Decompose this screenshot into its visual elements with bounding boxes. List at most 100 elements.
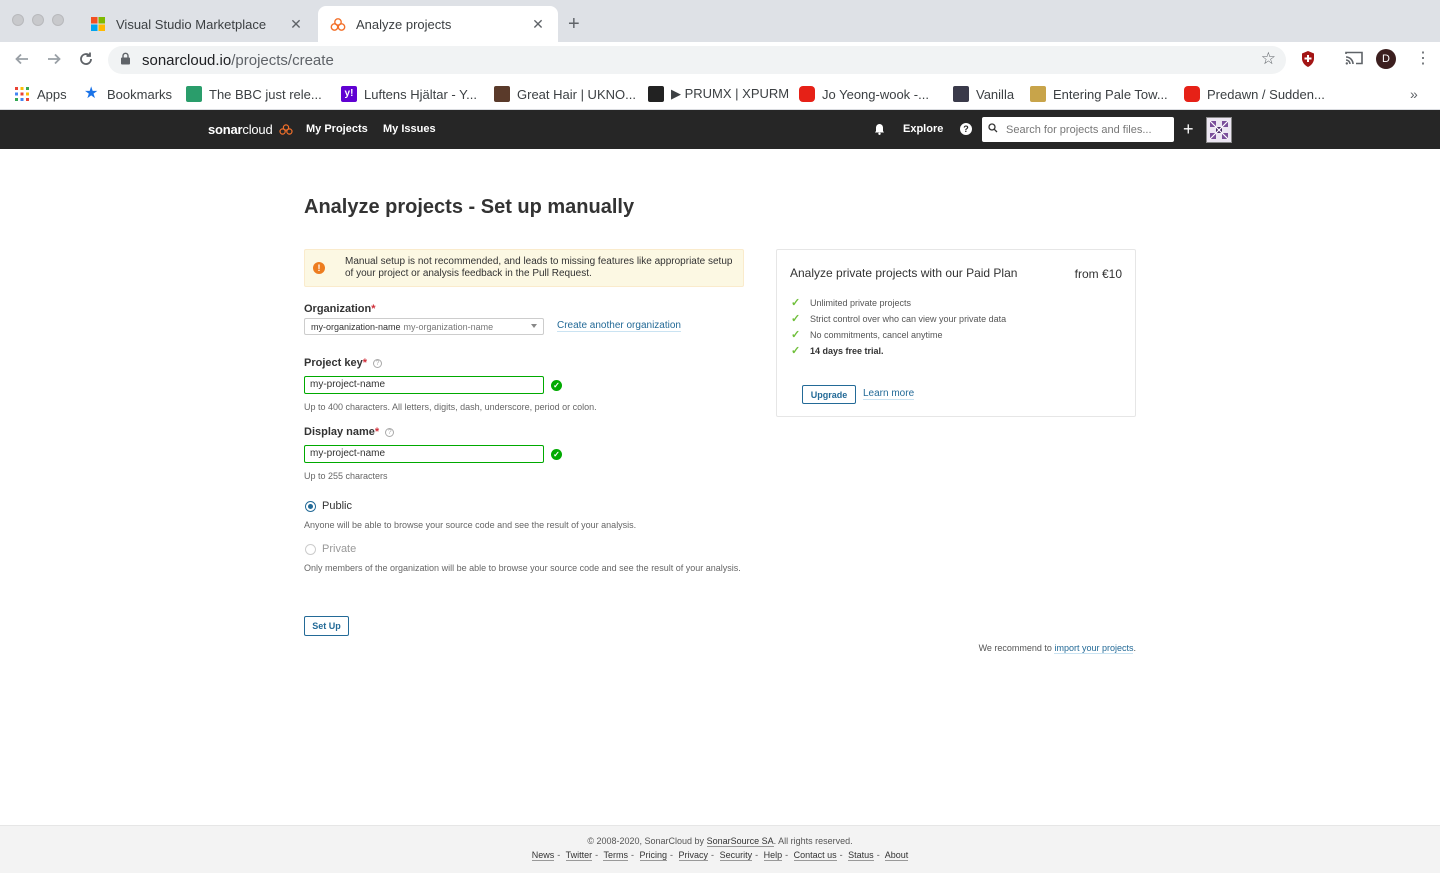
organization-select[interactable]: my-organization-name my-organization-name [304, 318, 544, 335]
profile-avatar[interactable]: D [1376, 49, 1396, 69]
project-key-label: Project key*? [304, 357, 382, 369]
bookmark-label: ▶ PRUMX | XPURM [671, 86, 790, 101]
sonarcloud-logo-icon [330, 18, 346, 31]
bookmark-predawn[interactable]: Predawn / Sudden... [1184, 84, 1325, 104]
window-zoom-button[interactable] [52, 14, 64, 26]
bookmarks-overflow-icon[interactable]: » [1410, 84, 1418, 104]
footer-link-about[interactable]: About [884, 850, 909, 861]
apps-grid-icon [15, 87, 29, 101]
extension-shield-icon[interactable] [1300, 50, 1316, 73]
bookmarks-bar: Apps ★ Bookmarks The BBC just rele... y!… [0, 78, 1440, 110]
public-hint: Anyone will be able to browse your sourc… [304, 520, 637, 530]
footer-link-status[interactable]: Status [848, 850, 874, 861]
check-icon: ✓ [791, 329, 801, 341]
tab-close-icon[interactable]: ✕ [288, 16, 304, 33]
private-radio[interactable] [305, 544, 316, 555]
public-label[interactable]: Public [322, 500, 352, 512]
valid-check-icon: ✓ [551, 449, 562, 460]
user-avatar[interactable] [1206, 117, 1232, 143]
yahoo-favicon-icon: y! [341, 86, 357, 102]
organization-label: Organization* [304, 303, 376, 315]
address-bar[interactable]: sonarcloud.io/projects/create ☆ [108, 46, 1286, 74]
bookmark-label: Bookmarks [107, 86, 173, 102]
setup-button[interactable]: Set Up [304, 616, 349, 636]
bookmark-prumx[interactable]: ▶ PRUMX | XPURM [648, 84, 789, 104]
microsoft-logo-icon [91, 17, 105, 31]
create-organization-link[interactable]: Create another organization [557, 320, 681, 332]
public-radio[interactable] [305, 501, 316, 512]
nav-my-issues[interactable]: My Issues [383, 123, 436, 135]
site-favicon-icon [648, 86, 664, 102]
plan-feature: ✓ Strict control over who can view your p… [791, 313, 1007, 325]
bookmark-label: Apps [37, 86, 67, 102]
footer-links: News - Twitter - Terms - Pricing - Privacy - … [531, 850, 909, 861]
warning-text: Manual setup is not recommended, and lea… [345, 256, 733, 279]
search-input[interactable]: Search for projects and files... [982, 117, 1174, 142]
new-tab-button[interactable]: + [568, 12, 580, 36]
footer-link-twitter[interactable]: Twitter [565, 850, 593, 861]
help-icon[interactable]: ? [960, 123, 972, 135]
bookmark-apps[interactable]: Apps [14, 84, 67, 104]
sonarcloud-logo[interactable]: sonarcloud [208, 122, 293, 137]
youtube-favicon-icon [1184, 86, 1200, 102]
back-arrow-icon[interactable] [13, 50, 31, 72]
bookmark-luftens[interactable]: y! Luftens Hjältar - Y... [341, 84, 477, 104]
display-name-input[interactable]: my-project-name [304, 445, 544, 463]
reload-icon[interactable] [77, 50, 95, 72]
footer-link-security[interactable]: Security [719, 850, 753, 861]
site-favicon-icon [1030, 86, 1046, 102]
footer-link-help[interactable]: Help [763, 850, 783, 861]
browser-menu-icon[interactable]: ⋮ [1415, 50, 1431, 68]
private-hint: Only members of the organization will be… [304, 563, 741, 573]
bookmark-label: Vanilla [976, 86, 1015, 102]
bookmark-vanilla[interactable]: Vanilla [953, 84, 1014, 104]
footer-link-privacy[interactable]: Privacy [678, 850, 709, 861]
bookmark-label: Luftens Hjältar - Y... [364, 86, 477, 102]
private-label[interactable]: Private [322, 543, 356, 555]
footer-link-terms[interactable]: Terms [603, 850, 628, 861]
learn-more-link[interactable]: Learn more [863, 388, 915, 400]
tab-visual-studio-marketplace[interactable]: Visual Studio Marketplace ✕ [78, 6, 316, 42]
plan-price: from €10 [1074, 267, 1122, 281]
cast-icon[interactable] [1345, 50, 1363, 71]
plan-feature: ✓ Unlimited private projects [791, 297, 912, 309]
bookmark-entering-pale-tower[interactable]: Entering Pale Tow... [1030, 84, 1168, 104]
tab-close-icon[interactable]: ✕ [530, 16, 546, 33]
tab-analyze-projects[interactable]: Analyze projects ✕ [318, 6, 558, 42]
bbc-favicon-icon [186, 86, 202, 102]
plan-title: Analyze private projects with our Paid P… [790, 266, 1018, 280]
notifications-bell-icon[interactable] [874, 123, 885, 138]
page-title: Analyze projects - Set up manually [304, 196, 635, 218]
plan-feature: ✓ 14 days free trial. [791, 345, 884, 357]
youtube-favicon-icon [799, 86, 815, 102]
bookmark-label: Great Hair | UKNO... [517, 86, 636, 102]
page-footer: © 2008-2020, SonarCloud by SonarSource S… [0, 825, 1440, 873]
nav-my-projects[interactable]: My Projects [306, 123, 368, 135]
help-circle-icon[interactable]: ? [372, 359, 382, 368]
footer-link-pricing[interactable]: Pricing [639, 850, 668, 861]
upgrade-button[interactable]: Upgrade [802, 385, 856, 404]
sonarsource-link[interactable]: SonarSource SA [706, 836, 774, 847]
footer-link-news[interactable]: News [531, 850, 555, 861]
bookmark-great-hair[interactable]: Great Hair | UKNO... [494, 84, 636, 104]
window-close-button[interactable] [12, 14, 24, 26]
bookmark-bbc[interactable]: The BBC just rele... [186, 84, 322, 104]
add-plus-icon[interactable]: + [1183, 119, 1194, 139]
bookmark-jo-yeong-wook[interactable]: Jo Yeong-wook -... [799, 84, 929, 104]
bookmark-star-icon[interactable]: ☆ [1261, 49, 1276, 69]
warning-icon: ! [313, 262, 325, 274]
import-projects-link[interactable]: import your projects [1054, 643, 1134, 654]
help-circle-icon[interactable]: ? [385, 428, 395, 437]
window-minimize-button[interactable] [32, 14, 44, 26]
forward-arrow-icon[interactable] [45, 50, 63, 72]
project-key-input[interactable]: my-project-name [304, 376, 544, 394]
check-icon: ✓ [791, 345, 801, 357]
search-icon [988, 123, 1000, 136]
display-name-hint: Up to 255 characters [304, 471, 388, 481]
nav-explore[interactable]: Explore [903, 123, 943, 135]
browser-toolbar: sonarcloud.io/projects/create ☆ D ⋮ [0, 42, 1440, 78]
project-key-hint: Up to 400 characters. All letters, digit… [304, 402, 597, 412]
footer-link-contact[interactable]: Contact us [793, 850, 837, 861]
bookmark-bookmarks[interactable]: ★ Bookmarks [84, 84, 172, 104]
site-favicon-icon [953, 86, 969, 102]
